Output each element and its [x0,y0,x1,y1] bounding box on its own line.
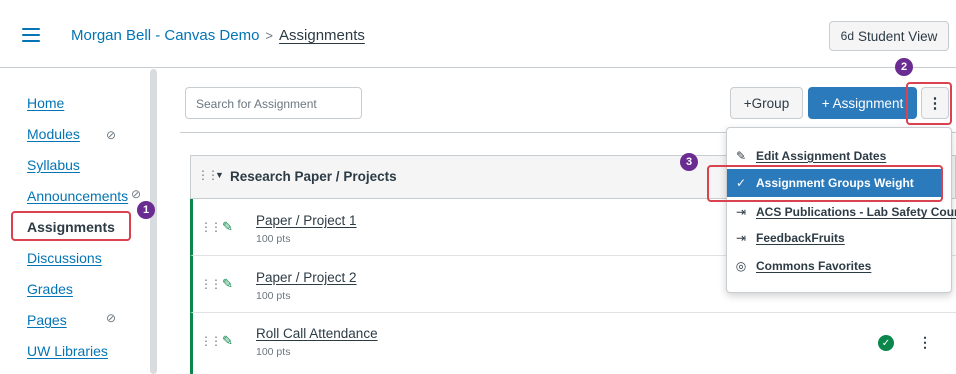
menu-item-label: ACS Publications - Lab Safety Course [756,205,956,219]
annotation-highlight-assignments [11,211,131,241]
published-check-icon[interactable]: ✓ [878,335,894,351]
assignment-title[interactable]: Paper / Project 2 [256,270,357,285]
drag-handle-icon[interactable]: ⋮⋮ [197,168,219,182]
external-tool-icon: ⇥ [735,231,747,245]
pencil-icon: ✎ [735,149,747,163]
menu-item-edit-assignment-dates[interactable]: ✎ Edit Assignment Dates [734,145,886,167]
breadcrumb-current[interactable]: Assignments [279,27,365,44]
assignment-points: 100 pts [256,346,291,358]
hidden-eye-icon: ⊘ [106,311,117,325]
sidebar-scrollbar[interactable] [150,69,157,374]
assignment-icon: ✎ [222,219,233,234]
annotation-badge-3: 3 [680,153,698,171]
menu-item-feedbackfruits[interactable]: ⇥ FeedbackFruits [734,227,845,249]
sidebar-item-uw-libraries[interactable]: UW Libraries [27,343,108,359]
sidebar-item-announcements[interactable]: Announcements [27,188,128,204]
breadcrumb-course-link[interactable]: Morgan Bell - Canvas Demo [71,27,259,44]
sidebar-item-modules[interactable]: Modules [27,126,80,142]
assignment-title[interactable]: Roll Call Attendance [256,326,378,341]
collapse-caret-icon[interactable]: ▼ [215,170,224,180]
student-view-button[interactable]: 6d Student View [829,21,949,51]
top-header: Morgan Bell - Canvas Demo > Assignments 6d… [0,0,956,68]
menu-item-label: Edit Assignment Dates [756,149,887,163]
annotation-badge-2: 2 [895,58,913,76]
drag-handle-icon[interactable]: ⋮⋮ [200,277,222,291]
breadcrumb: Morgan Bell - Canvas Demo > Assignments [71,27,365,44]
sidebar-item-grades[interactable]: Grades [27,281,73,297]
external-tool-icon: ⇥ [735,205,747,219]
menu-item-label: FeedbackFruits [756,231,845,245]
assignment-group-title: Research Paper / Projects [230,169,397,184]
hidden-eye-icon: ⊘ [131,187,142,201]
assignment-icon: ✎ [222,333,233,348]
assignment-points: 100 pts [256,233,291,245]
drag-handle-icon[interactable]: ⋮⋮ [200,220,222,234]
hamburger-menu-icon[interactable] [22,28,40,42]
add-group-button[interactable]: +Group [730,87,803,119]
annotation-highlight-groups-weight [707,165,943,202]
hidden-eye-icon: ⊘ [106,128,117,142]
drag-handle-icon[interactable]: ⋮⋮ [200,334,222,348]
sidebar-item-discussions[interactable]: Discussions [27,250,102,266]
glasses-icon: 6d [840,29,855,43]
search-input[interactable]: Search for Assignment [185,87,362,119]
assignment-points: 100 pts [256,290,291,302]
row-options-icon[interactable]: ⋮ [918,334,932,351]
menu-item-label: Commons Favorites [756,259,872,273]
annotation-badge-1: 1 [137,201,155,219]
menu-item-acs-publications[interactable]: ⇥ ACS Publications - Lab Safety Course [734,201,956,223]
sidebar-item-syllabus[interactable]: Syllabus [27,157,80,173]
assignment-row[interactable] [190,313,956,374]
sidebar-item-home[interactable]: Home [27,95,64,111]
sidebar-item-pages[interactable]: Pages [27,312,67,328]
student-view-label: Student View [858,28,938,44]
assignment-icon: ✎ [222,276,233,291]
breadcrumb-separator: > [265,28,274,43]
menu-item-commons-favorites[interactable]: ◎ Commons Favorites [734,255,872,277]
commons-icon: ◎ [735,259,747,273]
assignment-title[interactable]: Paper / Project 1 [256,213,357,228]
annotation-highlight-kebab [906,82,952,125]
add-assignment-button[interactable]: + Assignment [808,87,917,119]
